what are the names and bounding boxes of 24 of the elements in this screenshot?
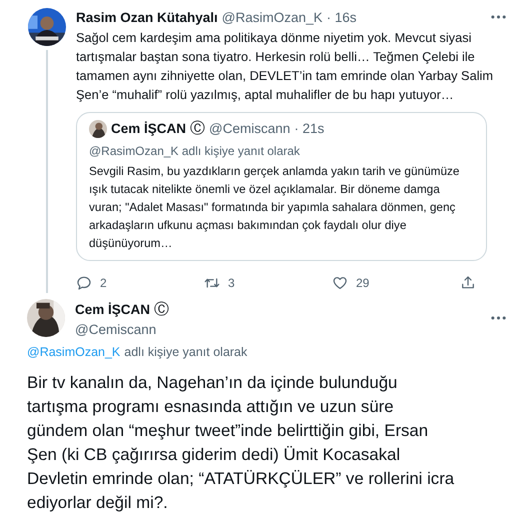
action-count: 2 [100, 276, 107, 290]
quoted-tweet-card[interactable] [76, 112, 487, 261]
tweet-text: Sağol cem kardeşim ama politikaya dönme niyetim yok. Mevcut siyasi tartışmalar baştan sona tiyatro. Herkesin rolü belli… Teğmen Çelebi ile tamamen aynı zihniyette olan, DEVLET’in tam emrinde olan Yarbay Salim Şen’e “muhalif” rolü yazılmış, aptal muhalifler de bu hapı yutuyor… [76, 29, 494, 104]
copyright-symbol: Ⓒ [154, 300, 170, 318]
reply-icon[interactable] [76, 275, 92, 291]
timestamp[interactable]: · 16s [326, 10, 357, 24]
author-handle[interactable]: @Cemiscann [75, 322, 170, 336]
more-icon[interactable] [490, 316, 507, 320]
quoted-tweet-text: Sevgili Rasim, bu yazdıkların gerçek anlamda yakın tarih ve günümüze ışık tutacak nitelikte önemli ve özel açıklamalar. Bir döneme damga vuran; "Adalet Masası" formatında bir yapımla sahalara dönmen, genç arkadaşların ufkunu açması bakımından çok faydalı olur diye düşünüyorum… [89, 163, 460, 252]
tweet-text: Bir tv kanalın da, Nagehan’ın da içinde bulunduğu tartışma programı esnasında attığın ve uzun süre gündem olan “meşhur tweet”inde belirttiğin gibi, Ersan Şen (ki CB çağırırsa giderim dedi) Ümit Kocasakal Devletin emrinde olan; “ATATÜRKÇÜLER” ve rollerini icra ediyorlar değil mi?. [27, 372, 456, 514]
heart-icon[interactable] [332, 275, 348, 291]
action-count: 29 [356, 276, 370, 290]
action-count: 3 [228, 276, 235, 290]
author-name[interactable]: Cem İŞCAN [111, 121, 186, 136]
copyright-symbol: Ⓒ [190, 119, 206, 138]
author-handle[interactable]: @Cemiscann [209, 121, 290, 136]
reply-context: @RasimOzan_K adlı kişiye yanıt olarak [89, 144, 301, 158]
more-icon[interactable] [490, 15, 507, 19]
timestamp[interactable]: · 21s [294, 121, 324, 136]
author-handle[interactable]: @RasimOzan_K [222, 10, 323, 24]
author-name[interactable]: Cem İŞCAN [75, 302, 150, 316]
share-icon[interactable] [460, 275, 476, 291]
author-name[interactable]: Rasim Ozan Kütahyalı [76, 10, 218, 24]
reply-context: adlı kişiye yanıt olarak [124, 345, 248, 359]
